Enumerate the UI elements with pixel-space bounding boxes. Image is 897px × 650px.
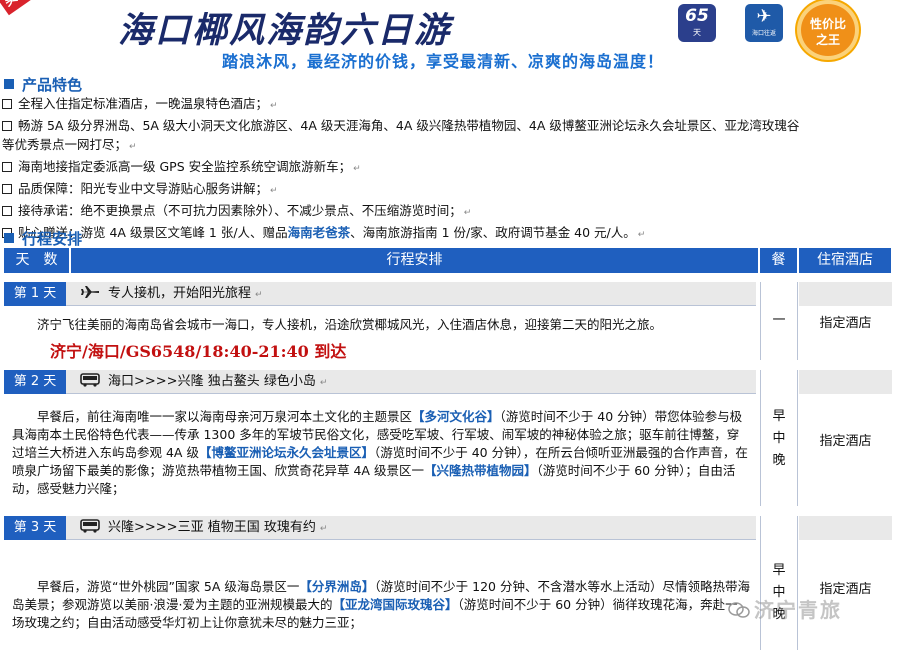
scenic-highlight: 【博鳌亚洲论坛永久会址景区】 [198,445,374,460]
day-title: 专人接机，开始阳光旅程 ↵ [80,282,263,306]
return-mark-icon: ↵ [319,378,328,388]
meal-lunch: 中 [772,431,786,446]
watermark: 济宁青旅 [728,594,842,623]
day-title-text: 海口>>>>兴隆 独占鳌头 绿色小岛 [108,374,316,389]
badge-value-line2: 之王 [815,33,840,47]
return-mark-icon: ↵ [270,186,278,196]
feature-text: 畅游 5A 级分界洲岛、5A 级大小洞天文化旅游区、4A 级天涯海角、4A 级兴… [18,118,800,133]
desc-text: 早餐后，游览“世外桃园”国家 5A 级海岛景区一 [37,579,300,594]
schedule-heading: 行程安排 [4,228,82,249]
airplane-icon [81,286,99,298]
page-title: 海口椰风海韵六日游 [118,10,452,51]
features-heading: 产品特色 [4,74,82,95]
corner-ribbon: 买下 [0,0,49,16]
feature-text: 接待承诺：绝不更换景点（不可抗力因素除外）、不减少景点、不压缩游览时间； [18,203,462,218]
feature-text: 品质保障：阳光专业中文导游贴心服务讲解； [18,181,269,196]
badge-haikou-roundtrip: ✈ 海口往返 [745,4,783,42]
scenic-highlight: 【亚龙湾国际玫瑰谷】 [332,597,458,612]
checkbox-square-icon [2,162,12,172]
gift-highlight: 海南老爸茶 [287,225,351,240]
col-days: 天 数 [4,248,70,273]
schedule-table-header: 天 数 行程安排 餐 住宿酒店 [4,248,892,273]
day-row-3: 第 3 天 兴隆>>>>三亚 植物王国 玫瑰有约 ↵ 早餐后，游览“世外桃园”国家… [4,516,892,650]
hotel-cell-bar [799,516,892,540]
checkbox-square-icon [2,121,12,131]
feature-text: 全程入住指定标准酒店，一晚温泉特色酒店； [18,96,269,111]
meal-cell: 一 [760,282,798,360]
feature-item-gift: 贴心赠送：游览 4A 级景区文笔峰 1 张/人、赠品海南老爸茶、海南旅游指南 1… [2,223,897,245]
feature-item: 接待承诺：绝不更换景点（不可抗力因素除外）、不减少景点、不压缩游览时间； ↵ [2,201,897,223]
ribbon-text: 买下 [0,0,31,10]
gift-text: 、海南旅游指南 1 份/家、政府调节基金 40 元/人。 [350,225,636,240]
return-mark-icon: ↵ [255,290,263,300]
checkbox-square-icon [2,206,12,216]
return-mark-icon: ↵ [637,230,646,240]
hotel-cell-bar [799,370,892,394]
badge-65-unit: 天 [693,28,701,37]
badge-best-value: 性价比 之王 [797,0,859,60]
day-description: 济宁飞往美丽的海南岛省会城市一海口，专人接机，沿途欣赏椰城风光，入住酒店休息，迎… [37,317,663,332]
feature-item: 全程入住指定标准酒店，一晚温泉特色酒店； ↵ [2,94,897,116]
feature-item: 品质保障：阳光专业中文导游贴心服务讲解； ↵ [2,179,897,201]
col-itinerary: 行程安排 [71,248,759,273]
square-bullet-icon [4,233,14,243]
page-subtitle: 踏浪沐风，最经济的价钱，享受最清新、凉爽的海岛温度！ [222,52,665,71]
bus-icon [80,519,100,533]
airplane-logo-icon: ✈ [756,6,772,27]
scenic-highlight: 【多河文化谷】 [412,409,500,424]
return-mark-icon: ↵ [463,208,472,218]
day-row-2: 第 2 天 海口>>>>兴隆 独占鳌头 绿色小岛 ↵ 早餐后，前往海南唯一一家以海… [4,370,892,506]
return-mark-icon: ↵ [319,524,328,534]
return-mark-icon: ↵ [270,101,278,111]
feature-item: 海南地接指定委派高一级 GPS 安全监控系统空调旅游新车； ↵ [2,157,897,179]
checkbox-square-icon [2,99,12,109]
feature-text: 等优秀景点一网打尽； [2,137,128,152]
badge-65-number: 65 [685,6,709,26]
day-title-text: 专人接机，开始阳光旅程 [108,286,252,301]
meal-breakfast: 早 [772,563,786,578]
feature-item-continued: 等优秀景点一网打尽； ↵ [2,135,897,157]
features-list: 全程入住指定标准酒店，一晚温泉特色酒店； ↵ 畅游 5A 级分界洲岛、5A 级大小… [2,94,897,245]
hotel-cell-bar [799,282,892,306]
return-mark-icon: ↵ [129,142,137,152]
square-bullet-icon [4,79,14,89]
meal-cell: 早 中 晚 [760,370,798,506]
day-title: 兴隆>>>>三亚 植物王国 玫瑰有约 ↵ [80,516,327,540]
badge-haikou-text: 海口往返 [751,30,776,37]
day-description: 早餐后，前往海南唯一一家以海南母亲河万泉河本土文化的主题景区【多河文化谷】（游览… [4,408,756,498]
badge-65-days: 65 天 [678,4,716,42]
wechat-icon [728,602,750,618]
day-title-text: 兴隆>>>>三亚 植物王国 玫瑰有约 [108,520,316,535]
col-meal: 餐 [760,248,798,273]
meal-dinner: 晚 [772,453,786,468]
return-mark-icon: ↵ [353,164,361,174]
feature-text: 海南地接指定委派高一级 GPS 安全监控系统空调旅游新车； [18,159,352,174]
scenic-highlight: 【兴隆热带植物园】 [423,463,537,478]
schedule-heading-text: 行程安排 [22,230,83,248]
day-tag: 第 2 天 [4,370,66,394]
col-hotel: 住宿酒店 [799,248,892,273]
hotel-cell: 指定酒店 [819,316,872,331]
checkbox-square-icon [2,184,12,194]
features-heading-text: 产品特色 [22,76,83,94]
day-tag: 第 1 天 [4,282,66,306]
bus-icon [80,373,100,387]
meal-breakfast: 早 [772,409,786,424]
desc-text: 早餐后，前往海南唯一一家以海南母亲河万泉河本土文化的主题景区 [37,409,413,424]
hotel-cell: 指定酒店 [819,434,872,449]
day-title: 海口>>>>兴隆 独占鳌头 绿色小岛 ↵ [80,370,327,394]
meal-cell: 早 中 晚 [760,516,798,650]
flight-info: 济宁/海口/GS6548/18:40-21:40 到达 [50,342,347,361]
day-description: 早餐后，游览“世外桃园”国家 5A 级海岛景区一【分界洲岛】（游览时间不少于 1… [4,578,756,632]
day-row-1: 第 1 天 专人接机，开始阳光旅程 ↵ 济宁飞往美丽的海南岛省会城市一海口，专人接… [4,282,892,361]
day-tag: 第 3 天 [4,516,66,540]
badge-value-line1: 性价比 [809,17,846,31]
watermark-text: 济宁青旅 [754,598,842,622]
scenic-highlight: 【分界洲岛】 [299,579,375,594]
feature-item: 畅游 5A 级分界洲岛、5A 级大小洞天文化旅游区、4A 级天涯海角、4A 级兴… [2,116,897,135]
